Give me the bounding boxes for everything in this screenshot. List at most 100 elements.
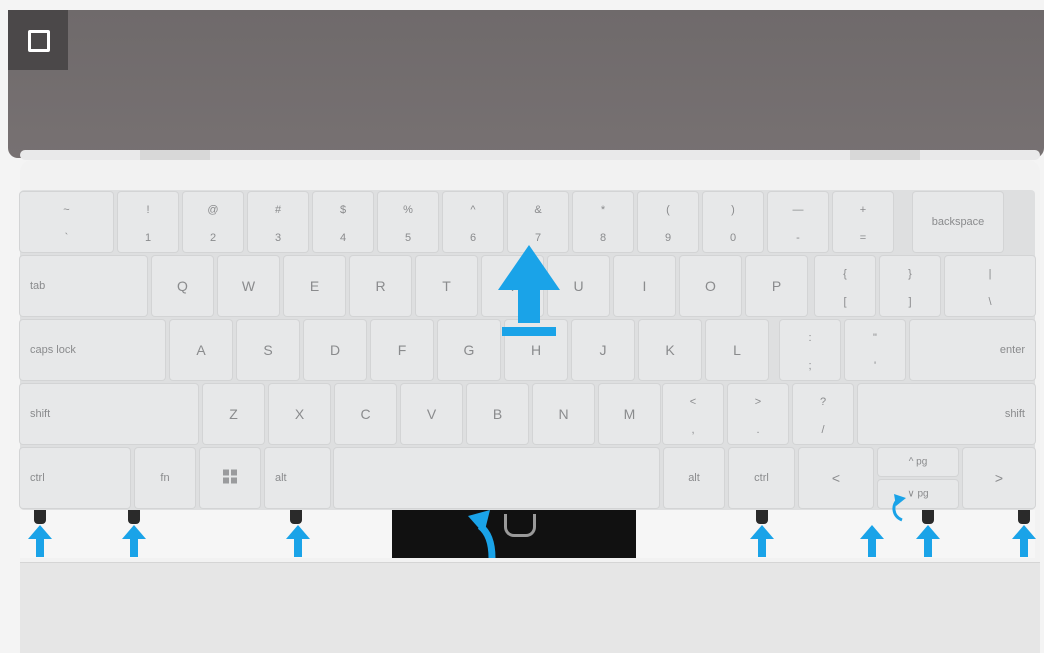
- key-r1-11: + =: [833, 192, 893, 252]
- key-label: /: [821, 424, 825, 436]
- key-brace-close: } ]: [880, 256, 940, 316]
- key-label: ^: [470, 204, 476, 216]
- key-label: 2: [209, 232, 217, 244]
- hinge-left: [140, 150, 210, 160]
- pry-arrow-icon: [286, 525, 310, 557]
- key-x: X: [269, 384, 330, 444]
- key-e: E: [284, 256, 345, 316]
- key-tilde: ~ `: [20, 192, 113, 252]
- pry-arrow-icon: [28, 525, 52, 557]
- key-shift-right: shift: [858, 384, 1035, 444]
- key-label: <: [689, 396, 697, 408]
- key-label: M: [623, 406, 636, 422]
- key-r1-3: $4: [313, 192, 373, 252]
- key-label: 4: [339, 232, 347, 244]
- key-pipe: | \: [945, 256, 1035, 316]
- keyboard: ~ ` ! 1 @2 #3 $4% 5 ^ 6 & 7 * 8(9) 0— - + = backspace t…: [20, 190, 1035, 510]
- key-n: N: [533, 384, 594, 444]
- key-label: .: [756, 424, 760, 436]
- key-k: K: [639, 320, 701, 380]
- windows-icon: [200, 469, 260, 487]
- key-label: A: [196, 342, 206, 358]
- key-label: ^ pg: [908, 456, 928, 468]
- key-label: *: [600, 204, 606, 216]
- key-label: \: [988, 296, 992, 308]
- key-label: E: [309, 278, 320, 294]
- key-label: B: [492, 406, 503, 422]
- key-label: ctrl: [30, 472, 45, 484]
- key-label: |: [988, 268, 992, 280]
- key-label: ctrl: [754, 472, 769, 484]
- key-t: T: [416, 256, 477, 316]
- key-arrow-left: <: [799, 448, 873, 508]
- key-f: F: [371, 320, 433, 380]
- key-alt-right: alt: [664, 448, 724, 508]
- key-q: Q: [152, 256, 213, 316]
- key-label: L: [733, 342, 741, 358]
- key-label: 9: [664, 232, 672, 244]
- key-caps-lock: caps lock: [20, 320, 165, 380]
- key-label: +: [859, 204, 867, 216]
- pry-arrow-icon: [916, 525, 940, 557]
- key-label: $: [339, 204, 347, 216]
- curved-arrow-icon: [468, 510, 496, 558]
- key-label: P: [771, 278, 782, 294]
- key-label: ): [731, 204, 735, 216]
- key-label: `: [64, 232, 69, 244]
- touchpad-area: [20, 562, 1040, 653]
- key-label: =: [859, 232, 867, 244]
- flip-arrow-icon: [892, 494, 906, 522]
- key-r: R: [350, 256, 411, 316]
- key-label: ~: [63, 204, 70, 216]
- key-tab: tab: [20, 256, 147, 316]
- key-brace-open: { [: [815, 256, 875, 316]
- key-space: [334, 448, 659, 508]
- key-label: enter: [999, 344, 1025, 356]
- key-i: I: [614, 256, 675, 316]
- key-label: T: [442, 278, 451, 294]
- key-m: M: [599, 384, 660, 444]
- keyboard-tab: [756, 510, 768, 524]
- pry-arrow-icon: [1012, 525, 1036, 557]
- key-v: V: [401, 384, 462, 444]
- key-label: tab: [30, 280, 46, 292]
- key-d: D: [304, 320, 366, 380]
- key-label: C: [360, 406, 371, 422]
- key-label: shift: [30, 408, 51, 420]
- key-j: J: [572, 320, 634, 380]
- key-label: 7: [534, 232, 542, 244]
- key-label: &: [534, 204, 542, 216]
- key-label: Z: [229, 406, 238, 422]
- key-label: [: [843, 296, 847, 308]
- key-label: F: [397, 342, 407, 358]
- key-fn: fn: [135, 448, 195, 508]
- key-l: L: [706, 320, 768, 380]
- key-label: <: [831, 470, 841, 486]
- key-label: I: [642, 278, 647, 294]
- key-r1-2: #3: [248, 192, 308, 252]
- key-label: backspace: [931, 216, 985, 228]
- key-quote: " ': [845, 320, 905, 380]
- key-b: B: [467, 384, 528, 444]
- key-shift-left: shift: [20, 384, 198, 444]
- key-label: G: [463, 342, 475, 358]
- key-label: fn: [160, 472, 170, 484]
- key-alt-left: alt: [265, 448, 330, 508]
- key-label: ]: [908, 296, 912, 308]
- square-step-icon: [28, 30, 50, 52]
- connector-area: [392, 510, 636, 558]
- key-r1-6: & 7: [508, 192, 568, 252]
- key-label: 6: [469, 232, 477, 244]
- keyboard-tab: [34, 510, 46, 524]
- key-label: K: [665, 342, 675, 358]
- keyboard-tab: [128, 510, 140, 524]
- key-r1-4: % 5: [378, 192, 438, 252]
- step-badge: [8, 10, 68, 70]
- key-arrow-right: >: [963, 448, 1035, 508]
- pry-arrow-icon: [750, 525, 774, 557]
- pry-arrow-icon: [860, 525, 884, 557]
- key-label: 3: [274, 232, 282, 244]
- key-label: ;: [808, 360, 812, 372]
- key-colon: : ;: [780, 320, 840, 380]
- key-label: (: [666, 204, 670, 216]
